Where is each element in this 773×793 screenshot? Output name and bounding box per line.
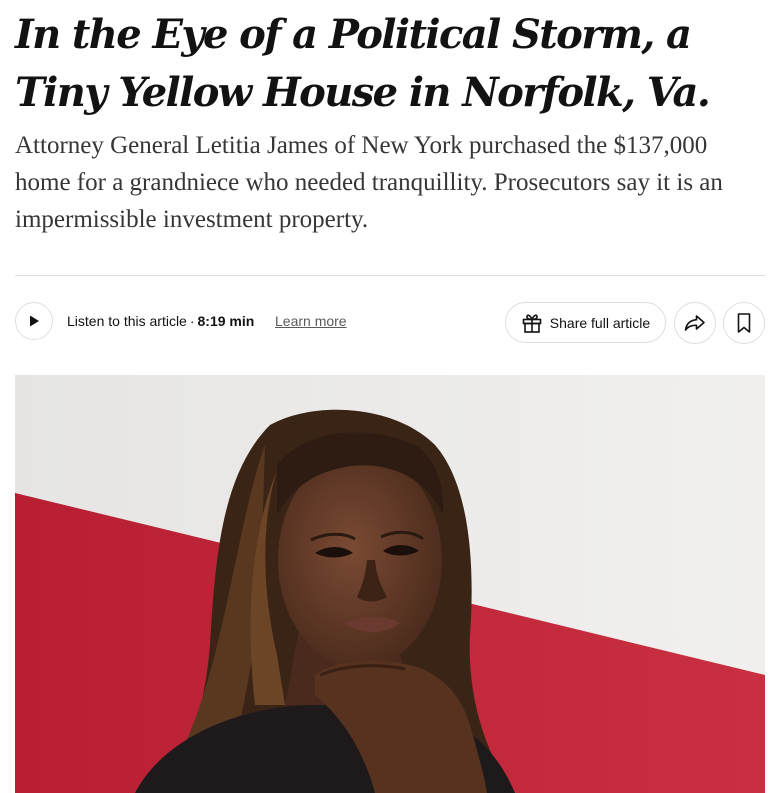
article-summary: Attorney General Letitia James of New Yo… bbox=[15, 132, 723, 233]
listen-label: Listen to this article bbox=[67, 313, 187, 329]
share-arrow-icon bbox=[684, 315, 705, 331]
article-toolbar: Listen to this article · 8:19 min Learn mo… bbox=[15, 302, 765, 344]
article-photo bbox=[15, 375, 765, 793]
play-icon bbox=[30, 315, 39, 327]
bookmark-icon bbox=[737, 313, 751, 333]
learn-more-link[interactable]: Learn more bbox=[275, 313, 347, 329]
share-button[interactable] bbox=[674, 302, 716, 344]
divider bbox=[15, 275, 765, 276]
gift-icon bbox=[522, 313, 542, 333]
portrait-illustration bbox=[15, 375, 765, 793]
audio-duration: 8:19 min bbox=[197, 313, 255, 329]
listen-info: Listen to this article · 8:19 min bbox=[67, 313, 254, 329]
share-label: Share full article bbox=[549, 314, 651, 331]
share-full-article-button[interactable]: Share full article bbox=[505, 302, 666, 343]
save-button[interactable] bbox=[723, 302, 765, 344]
headline: In the Eye of a Political Storm, a Tiny … bbox=[15, 11, 711, 116]
play-audio-button[interactable] bbox=[15, 302, 53, 340]
listen-separator: · bbox=[189, 313, 195, 329]
